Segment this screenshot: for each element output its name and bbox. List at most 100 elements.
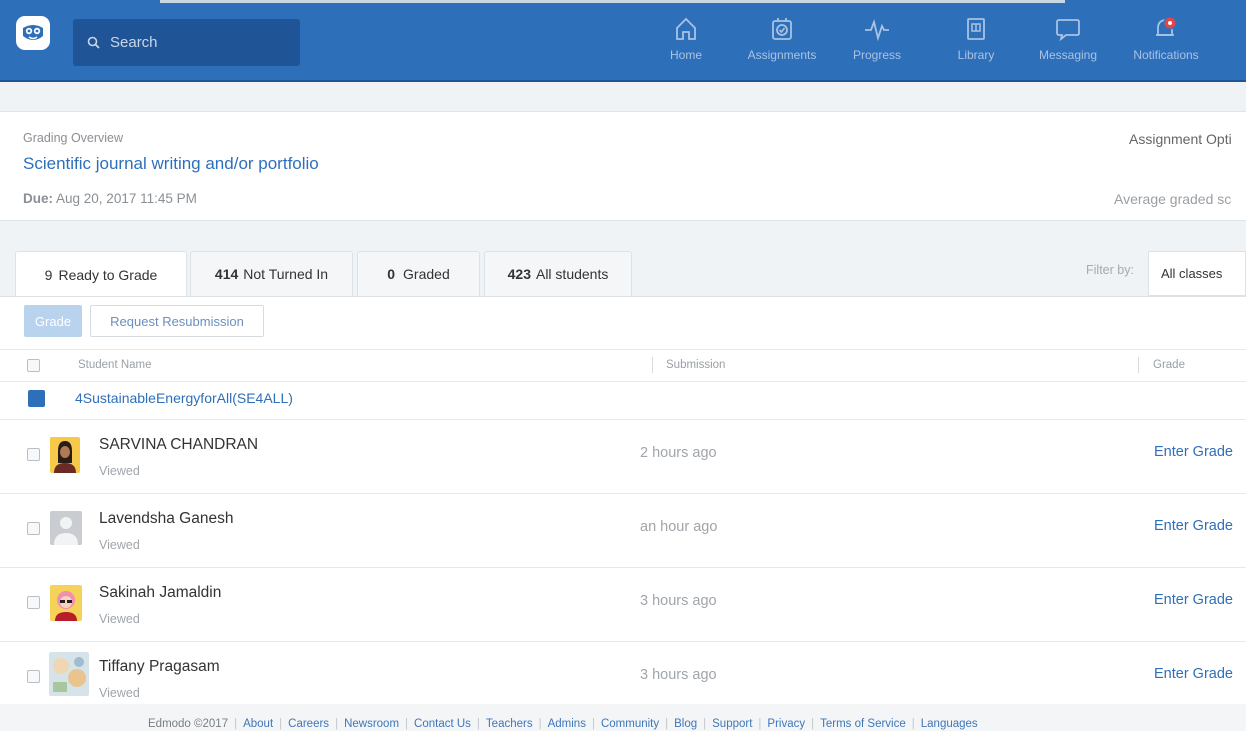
viewed-status: Viewed: [99, 686, 140, 700]
table-row[interactable]: Lavendsha Ganesh Viewed an hour ago Ente…: [0, 494, 1246, 568]
avatar: [49, 652, 89, 696]
notifications-icon: [1156, 16, 1177, 36]
nav-progress-label: Progress: [852, 48, 902, 62]
class-group-row: 4SustainableEnergyforAll(SE4ALL): [0, 381, 1246, 420]
tab-label: Not Turned In: [243, 266, 329, 282]
submission-time[interactable]: 3 hours ago: [640, 593, 717, 609]
nav-library-label: Library: [957, 48, 995, 62]
messaging-icon: [1056, 19, 1080, 42]
avatar: [50, 585, 82, 621]
search-box[interactable]: [73, 19, 300, 66]
tab-label: All students: [535, 266, 609, 282]
footer-link-careers[interactable]: Careers: [288, 718, 329, 730]
nav-progress[interactable]: Progress: [846, 12, 908, 72]
nav-home[interactable]: Home: [662, 12, 710, 72]
tab-ready-to-grade[interactable]: 9 Ready to Grade: [15, 251, 187, 297]
class-filter-select[interactable]: All classes: [1148, 251, 1246, 296]
assignment-options-link[interactable]: Assignment Opti: [1129, 131, 1232, 147]
class-group-name[interactable]: 4SustainableEnergyforAll(SE4ALL): [75, 390, 293, 406]
filter-label: Filter by:: [1086, 263, 1134, 277]
top-navigation-bar: Home Assignments Progress Library Messag…: [0, 0, 1246, 82]
table-row[interactable]: SARVINA CHANDRAN Viewed 2 hours ago Ente…: [0, 420, 1246, 494]
row-checkbox[interactable]: [27, 596, 40, 609]
tab-graded[interactable]: 0 Graded: [357, 251, 480, 296]
nav-notifications[interactable]: Notifications: [1124, 12, 1208, 72]
assignments-icon: [772, 18, 792, 40]
student-name[interactable]: Lavendsha Ganesh: [99, 510, 233, 528]
tab-label: Ready to Grade: [58, 266, 158, 283]
student-name[interactable]: SARVINA CHANDRAN: [99, 436, 258, 454]
search-input[interactable]: [108, 33, 292, 52]
assignment-options-wrapper: Assignment Opti: [1110, 131, 1246, 153]
request-resubmission-button[interactable]: Request Resubmission: [90, 305, 264, 337]
footer-link-support[interactable]: Support: [712, 718, 752, 730]
due-value: Aug 20, 2017 11:45 PM: [56, 191, 197, 206]
average-graded-score: Average graded sc: [1114, 191, 1232, 207]
row-checkbox[interactable]: [27, 670, 40, 683]
tab-label: Graded: [403, 266, 450, 282]
nav-library[interactable]: Library: [952, 12, 1000, 72]
column-submission[interactable]: Submission: [652, 357, 725, 373]
tab-count: 414: [214, 266, 239, 282]
enter-grade-link[interactable]: Enter Grade: [1154, 592, 1233, 608]
nav-notifications-label: Notifications: [1133, 48, 1199, 62]
footer-link-about[interactable]: About: [243, 718, 273, 730]
tab-count: 423: [507, 266, 531, 282]
footer-copyright: Edmodo ©2017: [148, 718, 229, 730]
tab-all-students[interactable]: 423 All students: [484, 251, 632, 296]
student-name[interactable]: Sakinah Jamaldin: [99, 584, 221, 602]
submissions-panel: Grade Request Resubmission Student Name …: [0, 296, 1246, 705]
footer-link-blog[interactable]: Blog: [674, 718, 697, 730]
assignment-title[interactable]: Scientific journal writing and/or portfo…: [23, 154, 319, 174]
footer-link-teachers[interactable]: Teachers: [486, 718, 533, 730]
footer-link-languages[interactable]: Languages: [921, 718, 978, 730]
browser-strip: [160, 0, 1065, 3]
footer-link-privacy[interactable]: Privacy: [767, 718, 805, 730]
enter-grade-link[interactable]: Enter Grade: [1154, 666, 1233, 682]
row-checkbox[interactable]: [27, 522, 40, 535]
nav-home-label: Home: [669, 48, 702, 62]
tab-count: 0: [387, 266, 396, 282]
viewed-status: Viewed: [99, 464, 140, 478]
submission-time[interactable]: 2 hours ago: [640, 445, 717, 461]
nav-messaging[interactable]: Messaging: [1030, 12, 1106, 72]
avatar: [50, 437, 80, 473]
footer-link-community[interactable]: Community: [601, 718, 659, 730]
table-row[interactable]: Sakinah Jamaldin Viewed 3 hours ago Ente…: [0, 568, 1246, 642]
column-student-name[interactable]: Student Name: [78, 359, 152, 371]
nav-assignments-label: Assignments: [747, 48, 817, 62]
due-date: Due: Aug 20, 2017 11:45 PM: [23, 191, 197, 206]
tab-not-turned-in[interactable]: 414 Not Turned In: [190, 251, 353, 296]
footer-link-newsroom[interactable]: Newsroom: [344, 718, 399, 730]
due-label: Due:: [23, 191, 53, 206]
footer-link-contact-us[interactable]: Contact Us: [414, 718, 471, 730]
progress-icon: [865, 18, 889, 42]
footer-links: Edmodo ©2017 | About | Careers | Newsroom | Cont…: [148, 718, 978, 730]
viewed-status: Viewed: [99, 538, 140, 552]
table-row[interactable]: Tiffany Pragasam Viewed 3 hours ago Ente…: [0, 642, 1246, 704]
enter-grade-link[interactable]: Enter Grade: [1154, 444, 1233, 460]
edmodo-logo-icon[interactable]: [16, 16, 50, 50]
enter-grade-link[interactable]: Enter Grade: [1154, 518, 1233, 534]
home-icon: [676, 17, 696, 40]
search-icon: [87, 36, 100, 49]
footer-link-admins[interactable]: Admins: [548, 718, 586, 730]
grading-overview-label: Grading Overview: [23, 131, 124, 145]
table-header: Student Name Submission Grade: [0, 349, 1246, 382]
select-all-checkbox[interactable]: [27, 359, 40, 372]
row-checkbox[interactable]: [27, 448, 40, 461]
class-color-icon: [28, 390, 45, 407]
submission-time[interactable]: 3 hours ago: [640, 667, 717, 683]
submission-time[interactable]: an hour ago: [640, 519, 717, 535]
viewed-status: Viewed: [99, 612, 140, 626]
column-grade[interactable]: Grade: [1138, 357, 1185, 373]
footer-link-terms[interactable]: Terms of Service: [820, 718, 906, 730]
student-name[interactable]: Tiffany Pragasam: [99, 658, 220, 676]
nav-assignments[interactable]: Assignments: [740, 12, 824, 72]
tab-count: 9: [44, 266, 53, 283]
nav-messaging-label: Messaging: [1038, 48, 1098, 62]
grade-button[interactable]: Grade: [24, 305, 82, 337]
assignment-header: Grading Overview Scientific journal writ…: [0, 111, 1246, 221]
footer: Edmodo ©2017 | About | Careers | Newsroom | Cont…: [0, 704, 1246, 731]
average-graded-wrapper: Average graded sc: [1110, 191, 1246, 213]
